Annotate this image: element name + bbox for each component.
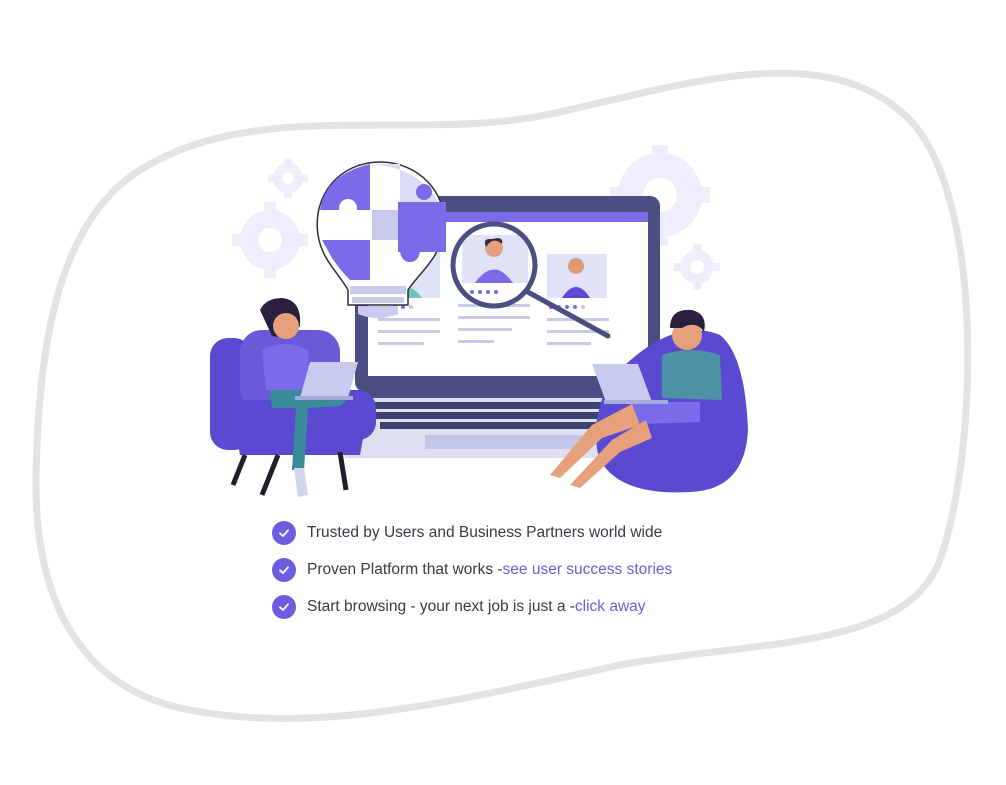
feature-item: Start browsing - your next job is just a… <box>272 593 672 621</box>
click-away-link[interactable]: click away <box>575 598 646 616</box>
feature-list: Trusted by Users and Business Partners w… <box>272 519 672 630</box>
check-circle-icon <box>272 521 296 545</box>
feature-item: Trusted by Users and Business Partners w… <box>272 519 672 547</box>
feature-text: Proven Platform that works - <box>307 561 503 578</box>
feature-text: Start browsing - your next job is just a… <box>307 598 575 615</box>
gear-icon <box>232 202 308 278</box>
gear-icon <box>268 158 308 198</box>
check-circle-icon <box>272 595 296 619</box>
gear-icon <box>674 244 720 290</box>
hero-illustration <box>210 145 748 497</box>
check-circle-icon <box>272 558 296 582</box>
success-stories-link[interactable]: see user success stories <box>503 561 673 579</box>
feature-text: Trusted by Users and Business Partners w… <box>307 524 663 541</box>
hero-section: Trusted by Users and Business Partners w… <box>0 0 1006 785</box>
feature-item: Proven Platform that works - see user su… <box>272 556 672 584</box>
